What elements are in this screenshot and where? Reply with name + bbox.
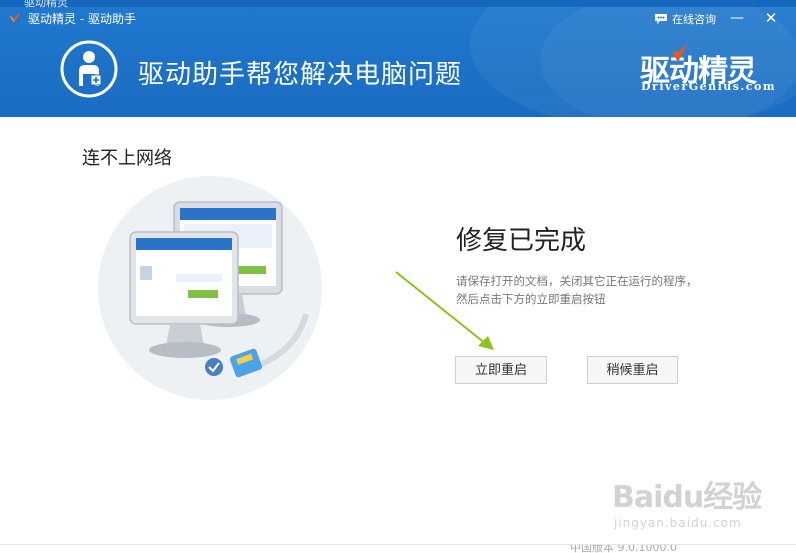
background-window-strip: 驱动精灵: [0, 0, 796, 9]
watermark-main: Baidu经验: [612, 480, 762, 515]
network-illustration: [98, 176, 322, 400]
repair-instructions: 请保存打开的文档，关闭其它正在运行的程序， 然后点击下方的立即重启按钮: [456, 272, 736, 308]
restart-now-button[interactable]: 立即重启: [455, 356, 547, 384]
watermark-sub: jingyan.baidu.com: [614, 516, 742, 530]
check-circle-icon: [205, 358, 223, 376]
chat-bubble-icon: [655, 14, 667, 24]
window-title: 驱动精灵 - 驱动助手: [28, 12, 136, 26]
header-title: 驱动助手帮您解决电脑问题: [138, 60, 463, 90]
problem-category-label: 连不上网络: [82, 148, 172, 169]
online-consult-button[interactable]: 在线咨询: [654, 10, 716, 28]
repair-status-heading: 修复已完成: [456, 226, 587, 256]
close-icon: ✕: [764, 9, 778, 27]
brand-logo: 驱动精灵 DriverGenius.com: [640, 43, 774, 96]
title-bar: 驱动精灵 - 驱动助手 在线咨询 — ✕: [0, 8, 796, 30]
baidu-watermark: Baidu经验 jingyan.baidu.com: [612, 472, 762, 534]
instructions-line-2: 然后点击下方的立即重启按钮: [456, 292, 606, 306]
version-text: 中国版本 9.0.1000.0: [570, 544, 677, 553]
restart-later-button[interactable]: 稍候重启: [587, 356, 678, 384]
minimize-button[interactable]: —: [726, 8, 748, 28]
brand-name-en: DriverGenius.com: [641, 80, 776, 93]
app-logo-icon: [9, 12, 21, 23]
instructions-line-1: 请保存打开的文档，关闭其它正在运行的程序，: [456, 274, 698, 288]
minimize-icon: —: [730, 10, 744, 26]
online-consult-label: 在线咨询: [672, 13, 716, 26]
doctor-icon: [60, 40, 118, 98]
status-footer: 中国版本 9.0.1000.0: [0, 544, 796, 553]
brand-check-icon: [672, 43, 688, 62]
driver-assistant-window: 驱动精灵 驱动精灵 - 驱动助手 在线咨询 — ✕ 驱动助手帮您解决电脑问题 驱…: [0, 0, 796, 553]
close-button[interactable]: ✕: [760, 8, 782, 28]
